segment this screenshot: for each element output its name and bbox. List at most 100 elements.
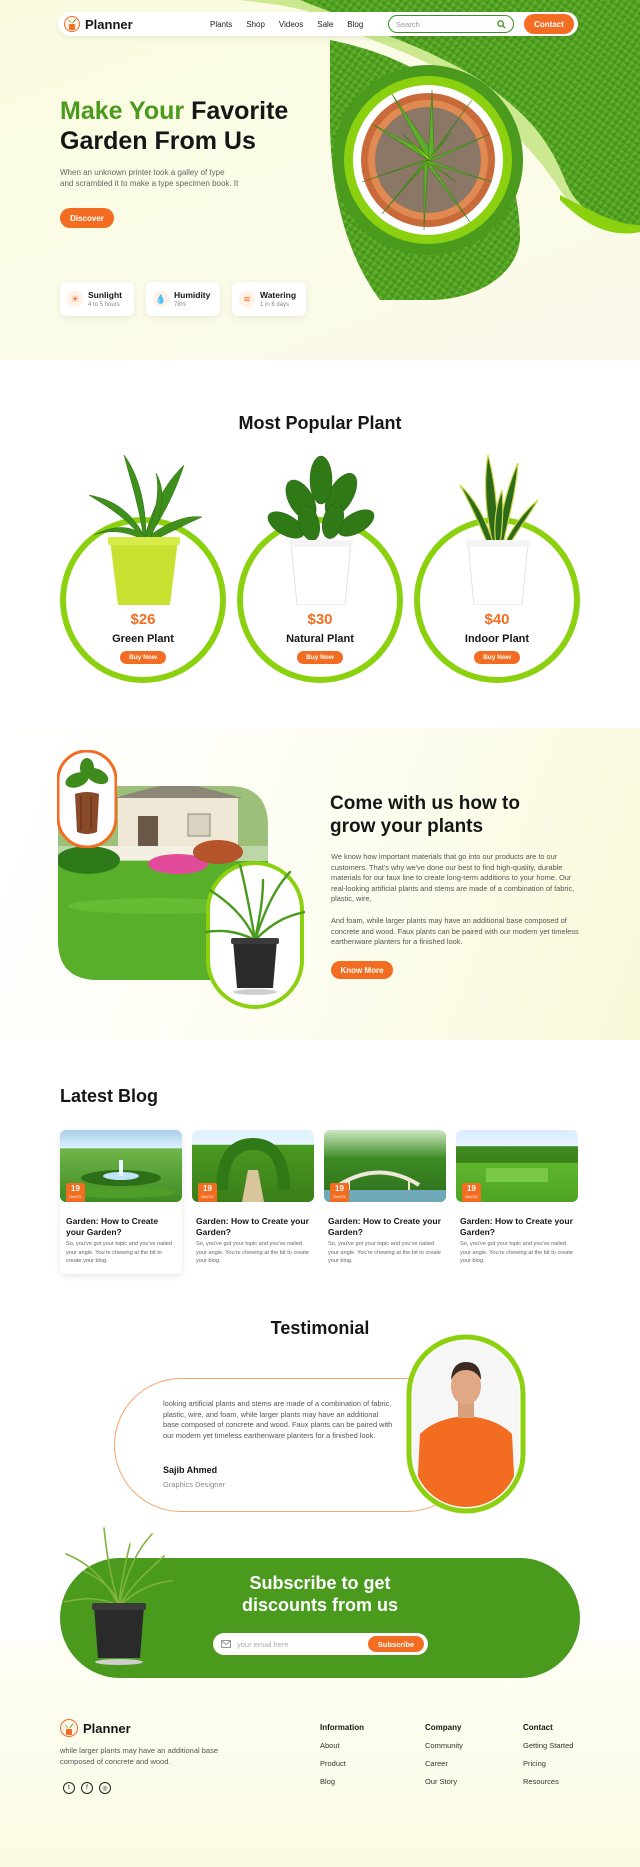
stat-title: Watering xyxy=(260,290,297,300)
blog-image: 19 Dec'21 xyxy=(192,1130,314,1202)
capsule-pot-image xyxy=(57,750,117,848)
blog-image: 19 Dec'21 xyxy=(60,1130,182,1202)
hero-title-rest: Favorite xyxy=(191,97,289,125)
hero-plant-image xyxy=(333,65,523,255)
blog-card[interactable]: 19 Dec'21 Garden: How to Create your Gard… xyxy=(192,1130,314,1274)
know-more-button[interactable]: Know More xyxy=(331,961,393,979)
hero-title-line1: Make Your Favorite xyxy=(60,96,288,126)
product-card: $40 Indoor Plant Buy Now xyxy=(414,455,582,685)
mail-icon xyxy=(221,1640,231,1648)
nav-link-videos[interactable]: Videos xyxy=(279,20,303,29)
buy-now-button[interactable]: Buy Now xyxy=(474,651,520,664)
hero-title-green: Make Your xyxy=(60,97,185,125)
stat-title: Sunlight xyxy=(88,290,122,300)
product-price: $26 xyxy=(130,611,156,628)
product-name: Green Plant xyxy=(112,633,174,645)
buy-now-button[interactable]: Buy Now xyxy=(297,651,343,664)
footer-brand-name: Planner xyxy=(83,1720,131,1736)
green-plant-image xyxy=(88,455,203,605)
subscribe-plant-image xyxy=(64,1527,173,1665)
search-input[interactable]: Search xyxy=(388,15,514,33)
date-month: Dec'21 xyxy=(465,1194,478,1199)
blog-image: 19 Dec'21 xyxy=(456,1130,578,1202)
footer-column-heading: Contact xyxy=(523,1723,553,1732)
grow-paragraph-2: And foam, while larger plants may have a… xyxy=(331,916,579,946)
blog-card[interactable]: 19 Dec'21 Garden: How to Create your Gard… xyxy=(60,1130,182,1274)
footer-link-getting-started[interactable]: Getting Started xyxy=(523,1741,573,1750)
sun-icon: ☀ xyxy=(67,291,83,307)
product-name: Indoor Plant xyxy=(464,633,530,645)
blog-title[interactable]: Garden: How to Create your Garden? xyxy=(460,1216,574,1238)
testimonial-avatar xyxy=(406,1334,526,1514)
plant-pot-logo-icon xyxy=(60,1719,78,1737)
testimonial-quote: looking artificial plants and stems are … xyxy=(163,1399,393,1440)
capsule-black-pot-image xyxy=(205,861,305,1009)
footer-link-about[interactable]: About xyxy=(320,1741,340,1750)
contact-button[interactable]: Contact xyxy=(524,14,574,34)
blog-excerpt: So, you've got your topic and you've nai… xyxy=(66,1241,172,1264)
grow-title: Come with us how to grow your plants xyxy=(330,792,520,838)
facebook-icon[interactable]: f xyxy=(81,1782,93,1794)
date-day: 19 xyxy=(71,1184,80,1193)
blog-title[interactable]: Garden: How to Create your Garden? xyxy=(66,1216,178,1238)
hero-subtitle-line2: and scrambled it to make a type specimen… xyxy=(60,179,239,188)
date-day: 19 xyxy=(335,1184,344,1193)
nav-link-plants[interactable]: Plants xyxy=(210,20,232,29)
footer-link-pricing[interactable]: Pricing xyxy=(523,1759,546,1768)
email-placeholder: your email here xyxy=(237,1639,289,1649)
search-placeholder: Search xyxy=(396,19,420,29)
footer-column-company: Company Community Career Our Story xyxy=(425,1723,463,1786)
stat-sub: 4 to 5 hours xyxy=(88,302,120,308)
watering-icon: ≋ xyxy=(239,291,255,307)
product-name: Natural Plant xyxy=(286,633,354,645)
subscribe-button[interactable]: Subscribe xyxy=(368,1636,424,1652)
blog-image: 19 Dec'21 xyxy=(324,1130,446,1202)
blog-card[interactable]: 19 Dec'21 Garden: How to Create your Gard… xyxy=(456,1130,578,1274)
date-badge: 19 Dec'21 xyxy=(462,1183,481,1202)
blog-title[interactable]: Garden: How to Create your Garden? xyxy=(196,1216,310,1238)
blog-excerpt: So, you've got your topic and you've nai… xyxy=(328,1241,442,1264)
blog-card[interactable]: 19 Dec'21 Garden: How to Create your Gard… xyxy=(324,1130,446,1274)
hero-subtitle-line1: When an unknown printer took a galley of… xyxy=(60,168,225,177)
footer-link-resources[interactable]: Resources xyxy=(523,1777,559,1786)
stat-text: Watering 1 in 6 days xyxy=(260,290,296,308)
grow-section: Come with us how to grow your plants We … xyxy=(0,728,640,1040)
brand-name: Planner xyxy=(85,16,133,32)
stat-sub: 78% xyxy=(174,302,187,308)
product-card: $30 Natural Plant Buy Now xyxy=(237,455,405,685)
blog-title[interactable]: Garden: How to Create your Garden? xyxy=(328,1216,442,1238)
twitter-icon[interactable]: t xyxy=(63,1782,75,1794)
buy-now-button[interactable]: Buy Now xyxy=(120,651,166,664)
instagram-icon[interactable]: ◎ xyxy=(99,1782,111,1794)
top-navbar: Planner Plants Shop Videos Sale Blog Sea… xyxy=(58,12,578,36)
stat-title: Humidity xyxy=(174,290,211,300)
discover-button[interactable]: Discover xyxy=(60,208,114,228)
testimonial-author-name: Sajib Ahmed xyxy=(163,1465,218,1475)
date-month: Dec'21 xyxy=(201,1194,214,1199)
brand-logo[interactable]: Planner xyxy=(64,16,133,32)
natural-plant-image xyxy=(267,455,375,605)
product-price: $40 xyxy=(484,611,510,628)
stat-card-humidity: 💧 Humidity 78% xyxy=(146,282,220,316)
footer-link-our-story[interactable]: Our Story xyxy=(425,1777,457,1786)
footer-link-community[interactable]: Community xyxy=(425,1741,463,1750)
footer-brand-logo[interactable]: Planner xyxy=(60,1719,131,1737)
search-icon[interactable] xyxy=(497,19,506,29)
stat-card-sunlight: ☀ Sunlight 4 to 5 hours xyxy=(60,282,134,316)
date-month: Dec'21 xyxy=(69,1194,82,1199)
product-card: $26 Green Plant Buy Now xyxy=(60,455,228,685)
footer-link-product[interactable]: Product xyxy=(320,1759,346,1768)
nav-link-sale[interactable]: Sale xyxy=(317,20,333,29)
nav-link-shop[interactable]: Shop xyxy=(246,20,265,29)
date-badge: 19 Dec'21 xyxy=(198,1183,217,1202)
footer-social-icons: t f ◎ xyxy=(63,1782,111,1794)
hero-subtitle: When an unknown printer took a galley of… xyxy=(60,167,238,189)
footer-link-career[interactable]: Career xyxy=(425,1759,448,1768)
footer-link-blog[interactable]: Blog xyxy=(320,1777,335,1786)
footer-column-contact: Contact Getting Started Pricing Resource… xyxy=(523,1723,573,1786)
grow-paragraph-1: We know how important materials that go … xyxy=(331,852,575,903)
date-badge: 19 Dec'21 xyxy=(330,1183,349,1202)
nav-link-blog[interactable]: Blog xyxy=(347,20,363,29)
footer-column-heading: Information xyxy=(320,1723,364,1732)
indoor-plant-image xyxy=(459,455,539,605)
